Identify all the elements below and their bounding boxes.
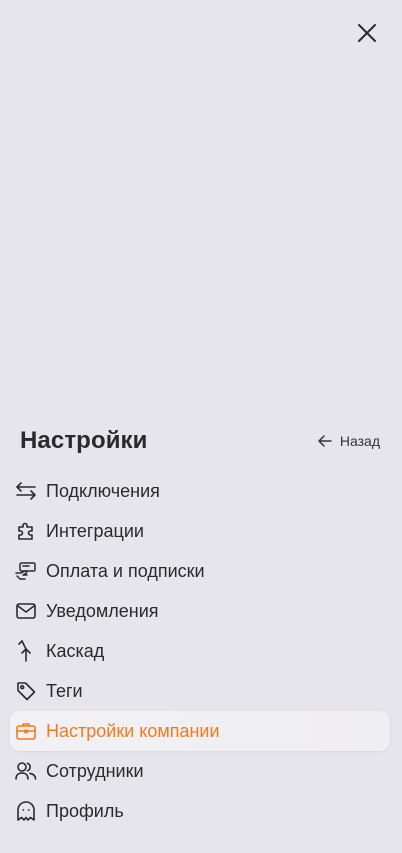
arrows-swap-icon xyxy=(15,480,37,502)
menu-item-label: Уведомления xyxy=(46,600,159,621)
cascade-merge-icon xyxy=(15,640,37,662)
menu-item-label: Интеграции xyxy=(46,520,144,541)
menu-item-integrations[interactable]: Интеграции xyxy=(10,511,390,551)
menu-item-label: Настройки компании xyxy=(46,720,220,741)
menu-item-tags[interactable]: Теги xyxy=(10,671,390,711)
menu-item-label: Каскад xyxy=(46,640,105,661)
settings-menu: Подключения Интеграции Оплата и подписки xyxy=(10,471,390,831)
menu-item-label: Профиль xyxy=(46,800,124,821)
close-icon xyxy=(358,23,376,47)
menu-item-label: Теги xyxy=(46,680,83,701)
menu-item-connections[interactable]: Подключения xyxy=(10,471,390,511)
menu-item-employees[interactable]: Сотрудники xyxy=(10,751,390,791)
users-icon xyxy=(15,760,37,782)
back-button[interactable]: Назад xyxy=(318,433,380,449)
page-title: Настройки xyxy=(20,427,148,454)
menu-item-label: Сотрудники xyxy=(46,760,144,781)
back-label: Назад xyxy=(339,433,380,449)
envelope-icon xyxy=(15,600,37,622)
menu-item-cascade[interactable]: Каскад xyxy=(10,631,390,671)
menu-item-label: Подключения xyxy=(46,480,160,501)
puzzle-icon xyxy=(15,520,37,542)
briefcase-icon xyxy=(15,720,37,742)
menu-item-payments[interactable]: Оплата и подписки xyxy=(10,551,390,591)
menu-item-notifications[interactable]: Уведомления xyxy=(10,591,390,631)
arrow-left-icon xyxy=(318,435,332,447)
ghost-icon xyxy=(15,800,37,822)
settings-header: Настройки Назад xyxy=(20,424,380,458)
payment-hand-icon xyxy=(15,560,37,582)
menu-item-profile[interactable]: Профиль xyxy=(10,791,390,831)
tag-icon xyxy=(15,680,37,702)
menu-item-company-settings[interactable]: Настройки компании xyxy=(10,711,390,751)
close-button[interactable] xyxy=(354,22,380,48)
menu-item-label: Оплата и подписки xyxy=(46,560,205,581)
